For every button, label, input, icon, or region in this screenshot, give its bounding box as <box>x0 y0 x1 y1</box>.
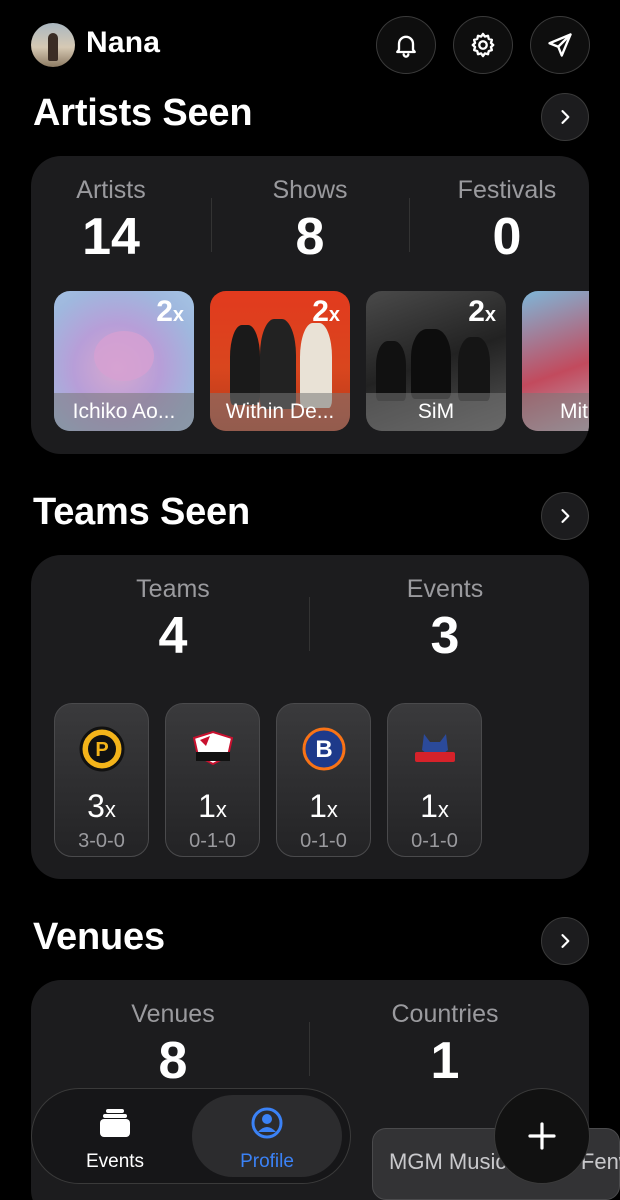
stat-shows: Shows 8 <box>250 176 370 267</box>
stat-label: Teams <box>136 575 210 603</box>
team-record: 0-1-0 <box>300 830 347 852</box>
chevron-right-icon <box>561 934 570 948</box>
artists-card: Artists 14 Shows 8 Festivals 0 2x Ichiko… <box>31 156 589 454</box>
stat-value: 0 <box>492 208 522 266</box>
avatar[interactable] <box>31 23 75 67</box>
notifications-button[interactable] <box>376 16 436 74</box>
chevron-right-icon <box>561 110 570 124</box>
stat-label: Artists <box>76 176 146 204</box>
artist-count: 2x <box>468 295 496 328</box>
stat-label: Countries <box>391 1000 499 1028</box>
artist-count: 2x <box>312 295 340 328</box>
venues-more-button[interactable] <box>541 917 589 965</box>
tab-label: Profile <box>240 1151 294 1172</box>
hartford-wolf-pack-logo <box>415 734 455 762</box>
teams-card: Teams 4 Events 3 P 3x 3-0-0 1x 0-1-0 B 1… <box>31 555 589 879</box>
tab-label: Events <box>85 1151 145 1172</box>
artist-name: Within De... <box>210 393 350 431</box>
chevron-right-icon <box>561 509 570 523</box>
team-record: 0-1-0 <box>189 830 236 852</box>
bell-icon <box>396 35 416 58</box>
teams-more-button[interactable] <box>541 492 589 540</box>
share-button[interactable] <box>530 16 590 74</box>
charlotte-checkers-logo <box>192 730 234 766</box>
stat-value: 1 <box>430 1032 460 1090</box>
providence-bruins-logo: P <box>79 726 125 772</box>
add-button[interactable] <box>494 1088 590 1184</box>
artist-count: 2x <box>156 295 184 328</box>
top-bar: Nana <box>0 0 620 90</box>
stat-teams: Teams 4 <box>113 575 233 666</box>
stat-label: Festivals <box>457 176 557 204</box>
stat-countries: Countries 1 <box>375 1000 515 1091</box>
team-record: 0-1-0 <box>411 830 458 852</box>
stack-icon <box>100 1109 130 1137</box>
artists-section-title: Artists Seen <box>33 92 253 134</box>
stat-label: Shows <box>272 176 348 204</box>
paper-plane-icon <box>548 33 572 57</box>
bridgeport-islanders-logo: B <box>302 727 346 771</box>
stat-venues: Venues 8 <box>113 1000 233 1091</box>
team-count: 3x <box>87 788 116 824</box>
person-circle-icon <box>251 1107 283 1139</box>
teams-section-title: Teams Seen <box>33 491 250 533</box>
stat-value: 4 <box>158 607 188 665</box>
artist-tile[interactable]: 2x Ichiko Ao... <box>54 291 194 431</box>
team-record: 3-0-0 <box>78 830 125 852</box>
settings-button[interactable] <box>453 16 513 74</box>
team-tile[interactable]: 1x 0-1-0 <box>387 703 482 857</box>
team-tile[interactable]: 1x 0-1-0 <box>165 703 260 857</box>
venues-section-title: Venues <box>33 916 165 958</box>
stat-festivals: Festivals 0 <box>442 176 572 267</box>
stat-value: 3 <box>430 607 460 665</box>
team-tile[interactable]: B 1x 0-1-0 <box>276 703 371 857</box>
stat-value: 14 <box>82 208 140 266</box>
stat-label: Events <box>406 575 484 603</box>
tab-profile[interactable]: Profile <box>192 1095 342 1177</box>
plus-icon <box>528 1122 556 1150</box>
stat-artists: Artists 14 <box>51 176 171 267</box>
artist-name: Ichiko Ao... <box>54 393 194 431</box>
svg-text:B: B <box>315 736 332 763</box>
tab-events[interactable]: Events <box>40 1095 190 1177</box>
stat-value: 8 <box>295 208 325 266</box>
team-count: 1x <box>420 788 449 824</box>
stat-label: Venues <box>131 1000 215 1028</box>
team-count: 1x <box>309 788 338 824</box>
stat-events: Events 3 <box>385 575 505 666</box>
gear-icon <box>471 32 495 58</box>
tab-bar: Events Profile <box>31 1088 351 1184</box>
username[interactable]: Nana <box>86 26 160 60</box>
artist-tile[interactable]: 2x SiM <box>366 291 506 431</box>
artists-more-button[interactable] <box>541 93 589 141</box>
team-count: 1x <box>198 788 227 824</box>
team-tile[interactable]: P 3x 3-0-0 <box>54 703 149 857</box>
artist-name: SiM <box>366 393 506 431</box>
artist-tile[interactable]: Mit <box>522 291 589 431</box>
artist-tile[interactable]: 2x Within De... <box>210 291 350 431</box>
svg-text:P: P <box>95 739 108 761</box>
stat-value: 8 <box>158 1032 188 1090</box>
artist-name: Mit <box>522 393 589 431</box>
